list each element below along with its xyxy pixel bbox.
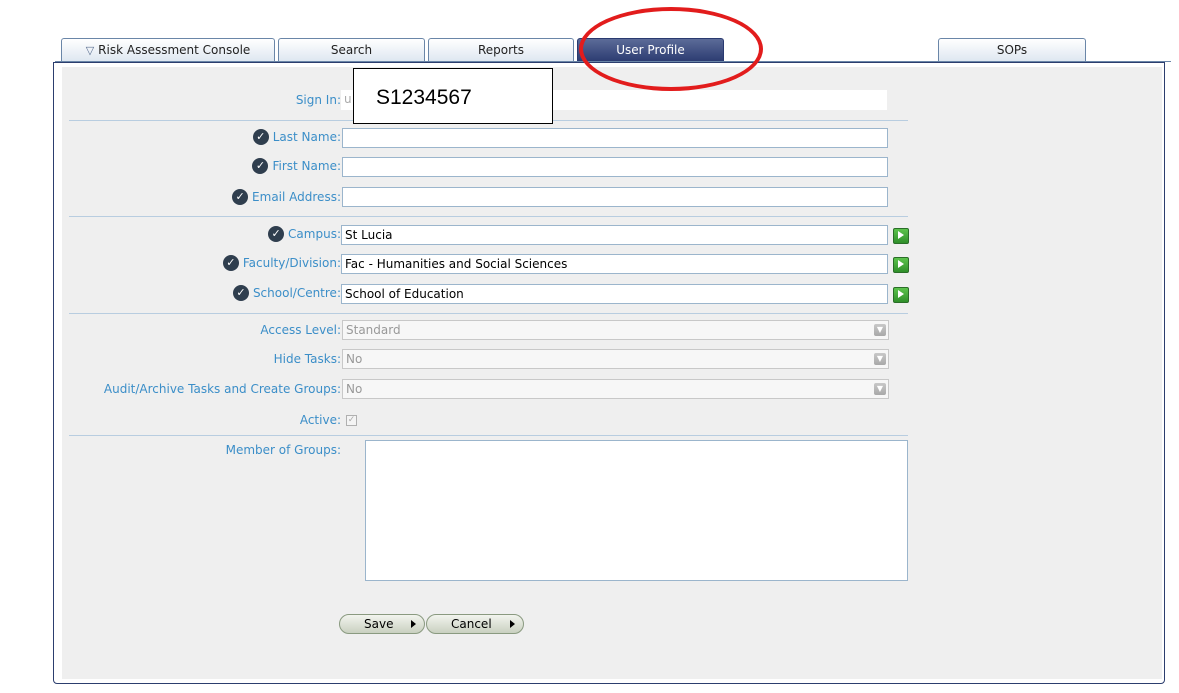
check-circle-icon: ✓ xyxy=(268,225,285,242)
section-divider xyxy=(69,216,908,217)
tab-label: Risk Assessment Console xyxy=(98,43,251,57)
hide-tasks-label: Hide Tasks: xyxy=(273,352,341,366)
cancel-button-label: Cancel xyxy=(451,617,492,631)
sign-in-callout: S1234567 xyxy=(353,68,553,124)
tab-label: SOPs xyxy=(996,43,1028,57)
audit-value: No xyxy=(346,382,363,396)
member-of-groups-label: Member of Groups: xyxy=(225,443,341,457)
check-circle-icon: ✓ xyxy=(222,254,239,271)
tab-label: Reports xyxy=(477,43,525,57)
member-of-groups-list[interactable] xyxy=(365,440,908,581)
filter-triangle-icon: ▽ xyxy=(85,44,95,57)
sign-in-value: u xyxy=(344,92,352,106)
access-level-value: Standard xyxy=(346,323,401,337)
section-divider xyxy=(69,313,908,314)
faculty-label-text: Faculty/Division: xyxy=(242,256,341,270)
check-circle-icon: ✓ xyxy=(232,284,249,301)
active-checkbox[interactable]: ✓ xyxy=(346,415,357,426)
email-label: ✓ Email Address: xyxy=(232,187,341,207)
first-name-label: ✓ First Name: xyxy=(252,156,341,176)
tab-risk-assessment-console[interactable]: ▽ Risk Assessment Console xyxy=(61,38,275,62)
save-button-label: Save xyxy=(364,617,394,631)
last-name-label: ✓ Last Name: xyxy=(252,127,341,147)
highlight-ellipse xyxy=(579,7,763,91)
play-arrow-icon xyxy=(510,620,515,628)
access-level-label: Access Level: xyxy=(260,323,341,337)
first-name-label-text: First Name: xyxy=(272,159,341,173)
hide-tasks-value: No xyxy=(346,352,363,366)
tab-reports[interactable]: Reports xyxy=(428,38,574,62)
save-button[interactable]: Save xyxy=(339,614,425,634)
first-name-input[interactable] xyxy=(342,157,888,177)
last-name-input[interactable] xyxy=(342,128,888,148)
chevron-down-icon: ▼ xyxy=(874,383,886,395)
green-arrow-icon[interactable] xyxy=(893,287,909,303)
chevron-down-icon: ▼ xyxy=(874,324,886,336)
check-circle-icon: ✓ xyxy=(232,188,249,205)
campus-input[interactable]: St Lucia xyxy=(341,225,888,245)
audit-select[interactable]: No ▼ xyxy=(342,379,889,399)
email-input[interactable] xyxy=(342,187,888,207)
access-level-select[interactable]: Standard ▼ xyxy=(342,320,889,340)
play-arrow-icon xyxy=(411,620,416,628)
school-label-text: School/Centre: xyxy=(252,286,341,300)
tab-sops[interactable]: SOPs xyxy=(938,38,1086,62)
email-label-text: Email Address: xyxy=(252,190,341,204)
chevron-down-icon: ▼ xyxy=(874,353,886,365)
cancel-button[interactable]: Cancel xyxy=(426,614,524,634)
green-arrow-icon[interactable] xyxy=(893,228,909,244)
sign-in-label: Sign In: xyxy=(295,93,341,107)
green-arrow-icon[interactable] xyxy=(893,257,909,273)
campus-label-text: Campus: xyxy=(288,227,341,241)
active-label: Active: xyxy=(299,413,341,427)
check-circle-icon: ✓ xyxy=(252,128,269,145)
faculty-input[interactable]: Fac - Humanities and Social Sciences xyxy=(341,254,888,274)
section-divider xyxy=(69,435,908,436)
faculty-label: ✓ Faculty/Division: xyxy=(222,253,341,273)
check-circle-icon: ✓ xyxy=(252,157,269,174)
tab-label: Search xyxy=(330,43,373,57)
tab-search[interactable]: Search xyxy=(278,38,425,62)
audit-label: Audit/Archive Tasks and Create Groups: xyxy=(103,382,341,396)
hide-tasks-select[interactable]: No ▼ xyxy=(342,349,889,369)
school-input[interactable]: School of Education xyxy=(341,284,888,304)
campus-label: ✓ Campus: xyxy=(268,224,341,244)
school-label: ✓ School/Centre: xyxy=(232,283,341,303)
last-name-label-text: Last Name: xyxy=(272,130,341,144)
